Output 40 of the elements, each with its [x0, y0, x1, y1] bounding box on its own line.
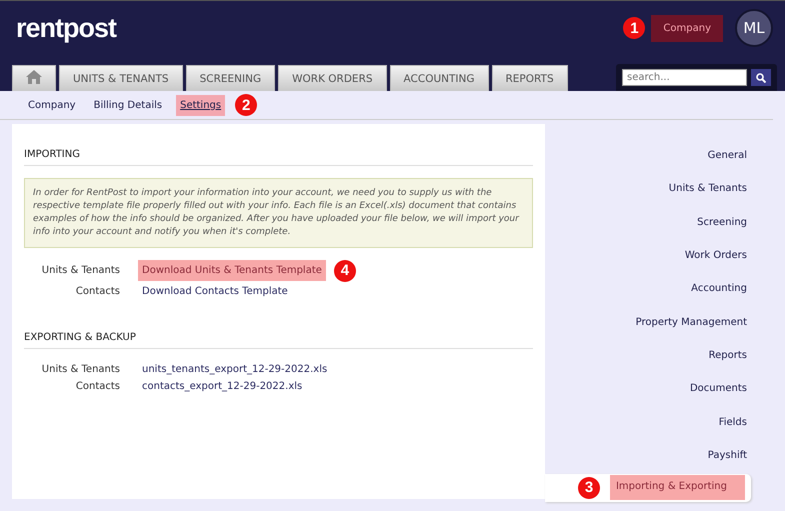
home-tab[interactable]	[12, 65, 56, 91]
info-notice: In order for RentPost to import your information into your account, we need you to supply us with the respective template file properly filled out with your info. Each file is an Excel(.xls) document that contains examples of how the info should be organized. After you have uploaded your file below, we will import your info into your account and notify you when it's complete.	[24, 178, 533, 248]
avatar[interactable]: ML	[735, 9, 773, 47]
nav-tab[interactable]: SCREENING	[186, 65, 276, 91]
callout-marker: 2	[235, 94, 258, 116]
nav-tab[interactable]: ACCOUNTING	[390, 65, 488, 91]
company-button[interactable]: Company	[651, 14, 723, 42]
row-label: Contacts	[74, 286, 121, 297]
sidebar-item[interactable]: Payshift	[704, 444, 751, 467]
search-icon	[756, 72, 766, 82]
callout-marker: 1	[623, 17, 646, 39]
search-field[interactable]: search...	[622, 69, 747, 86]
section-title: IMPORTING	[24, 149, 533, 166]
download-link[interactable]: Download Contacts Template	[138, 281, 292, 302]
sidebar-item[interactable]: Property Management	[632, 310, 751, 334]
nav-tab[interactable]: UNITS & TENANTS	[59, 65, 183, 91]
download-link[interactable]: Download Units & Tenants Template	[138, 260, 326, 281]
sidebar-item[interactable]: Units & Tenants	[664, 177, 751, 200]
logo[interactable]: rentpost	[16, 12, 116, 44]
sidebar-item[interactable]: Documents	[686, 377, 751, 400]
sidebar-item[interactable]: Importing & Exporting	[610, 475, 745, 500]
subnav-link[interactable]: Company	[24, 94, 80, 116]
subnav-link[interactable]: Billing Details	[90, 94, 166, 116]
section-title: EXPORTING & BACKUP	[24, 332, 533, 349]
callout-marker: 3	[578, 476, 600, 499]
sidebar-item[interactable]: Reports	[704, 344, 751, 367]
subnav-link[interactable]: Settings	[176, 94, 226, 116]
sidebar-item[interactable]: Fields	[714, 410, 751, 434]
sidebar-item[interactable]: Work Orders	[680, 244, 751, 268]
nav-tab[interactable]: REPORTS	[492, 65, 568, 91]
row-label: Contacts	[74, 381, 121, 392]
row-label: Units & Tenants	[40, 364, 121, 375]
nav-tab[interactable]: WORK ORDERS	[278, 65, 387, 91]
sidebar-item[interactable]: Screening	[693, 210, 751, 234]
sidebar-item[interactable]: Accounting	[687, 277, 751, 300]
search-button[interactable]	[751, 69, 771, 86]
callout-marker: 4	[334, 260, 356, 282]
sidebar-item[interactable]: General	[704, 144, 751, 168]
home-icon	[26, 70, 42, 84]
row-label: Units & Tenants	[40, 265, 121, 276]
